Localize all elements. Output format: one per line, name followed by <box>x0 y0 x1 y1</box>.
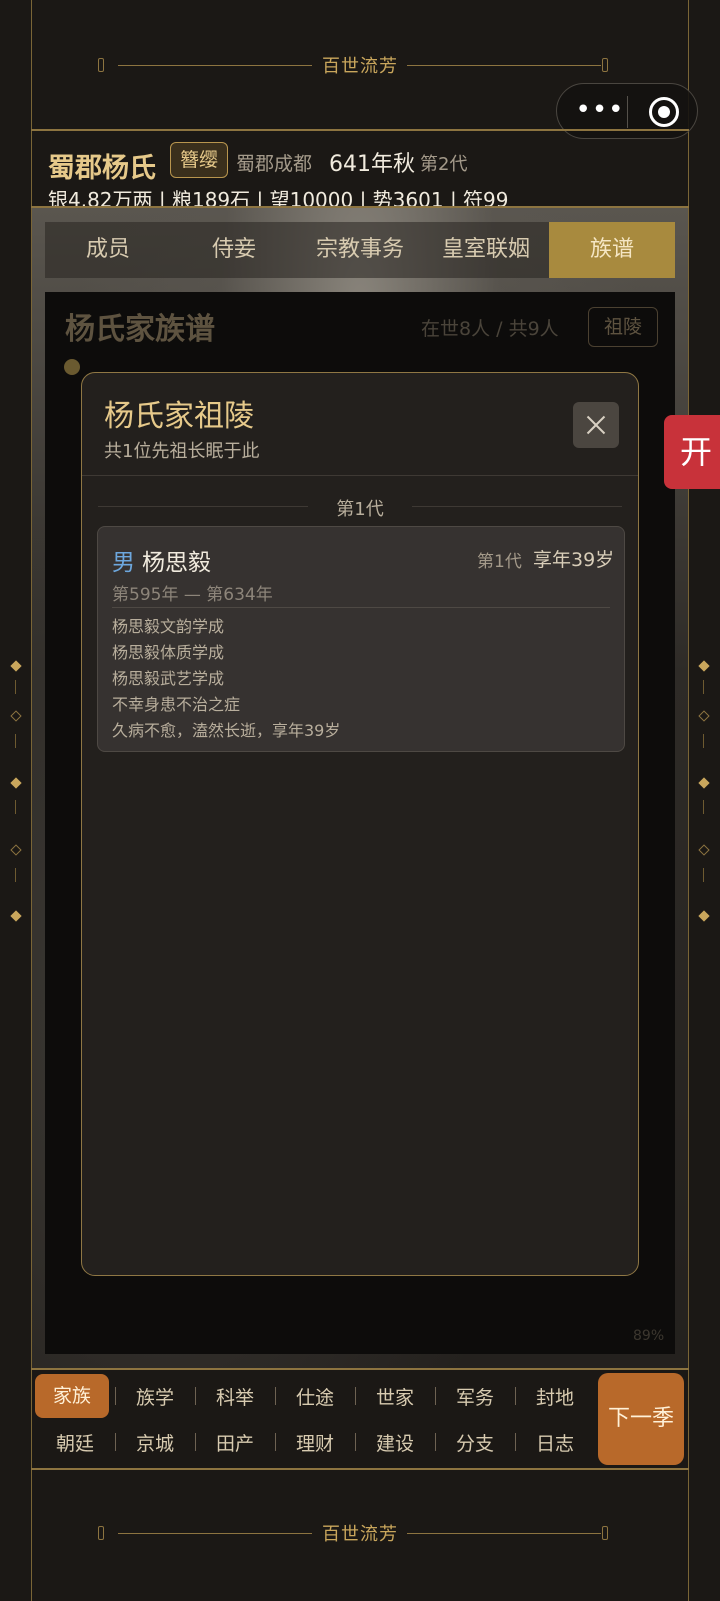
ornament-diamond <box>698 660 710 672</box>
nav-row-1: 家族 族学 科举 仕途 世家 军务 封地 <box>35 1373 595 1419</box>
ornament-diamond <box>10 910 22 922</box>
member-count: 在世8人 / 共9人 <box>421 318 559 340</box>
ornament-diamond-hollow <box>698 710 710 722</box>
next-season-button[interactable]: 下一季 <box>598 1373 684 1465</box>
ornament-diamond-hollow <box>10 710 22 722</box>
ancestor-events: 杨思毅文韵学成 杨思毅体质学成 杨思毅武艺学成 不幸身患不治之症 久病不愈，溘然… <box>112 614 340 744</box>
side-ornament-right <box>697 650 711 950</box>
ornament-dash <box>15 680 16 694</box>
separator-line-right <box>412 506 622 507</box>
top-banner: 百世流芳 <box>0 46 720 86</box>
current-year: 641年秋 <box>329 152 415 177</box>
generation-header: 第1代 <box>336 499 384 520</box>
family-location: 蜀郡成都 <box>236 153 313 175</box>
ornament-diamond-hollow <box>698 844 710 856</box>
banner-cap-right <box>602 58 608 72</box>
generation-separator: 第1代 <box>98 493 622 521</box>
tab-royal-marriage[interactable]: 皇室联姻 <box>423 222 549 278</box>
ornament-diamond <box>698 910 710 922</box>
family-tabs: 成员 侍妾 宗教事务 皇室联姻 族谱 <box>45 222 675 278</box>
nav-branches[interactable]: 分支 <box>435 1429 515 1456</box>
tab-concubines[interactable]: 侍妾 <box>171 222 297 278</box>
zoom-level: 89% <box>633 1328 665 1344</box>
ornament-dash <box>703 800 704 814</box>
nav-aristocrats[interactable]: 世家 <box>355 1383 435 1410</box>
event-item: 久病不愈，溘然长逝，享年39岁 <box>112 721 341 740</box>
ancestral-tomb-button[interactable]: 祖陵 <box>588 307 658 347</box>
ancestral-tomb-modal: 杨氏家祖陵 共1位先祖长眠于此 第1代 男 杨思毅 第1代 享年39岁 第595… <box>81 372 639 1276</box>
nav-career[interactable]: 仕途 <box>275 1383 355 1410</box>
nav-exam[interactable]: 科举 <box>195 1383 275 1410</box>
nav-court[interactable]: 朝廷 <box>35 1429 115 1456</box>
gender-label: 男 <box>112 550 135 576</box>
family-name: 蜀郡杨氏 <box>48 153 156 184</box>
ornament-dash <box>703 680 704 694</box>
ancestor-age: 享年39岁 <box>533 549 615 571</box>
nav-construction[interactable]: 建设 <box>355 1429 435 1456</box>
ornament-dash <box>703 734 704 748</box>
nav-clan-school[interactable]: 族学 <box>115 1383 195 1410</box>
modal-divider <box>82 475 638 476</box>
tab-members[interactable]: 成员 <box>45 222 171 278</box>
nav-row-2: 朝廷 京城 田产 理财 建设 分支 日志 <box>35 1419 595 1465</box>
panel-title: 杨氏家族谱 <box>65 312 215 347</box>
event-item: 不幸身患不治之症 <box>112 695 241 714</box>
more-dots-icon[interactable]: ••• <box>575 97 625 126</box>
close-icon[interactable] <box>573 402 619 448</box>
nav-bottom-rule <box>31 1468 689 1470</box>
header-top-rule <box>31 129 689 131</box>
capsule-divider <box>627 96 628 128</box>
ornament-dash <box>15 734 16 748</box>
nav-family[interactable]: 家族 <box>35 1374 109 1418</box>
ornament-dash <box>15 800 16 814</box>
ancestor-card[interactable]: 男 杨思毅 第1代 享年39岁 第595年 — 第634年 杨思毅文韵学成 杨思… <box>97 526 625 752</box>
target-icon[interactable] <box>649 97 679 127</box>
ancestor-name: 杨思毅 <box>142 550 211 576</box>
ancestor-lifespan: 第595年 — 第634年 <box>112 585 273 605</box>
banner-title: 百世流芳 <box>322 56 398 77</box>
card-divider <box>112 607 610 608</box>
banner-rule-right <box>407 65 601 66</box>
ornament-dash <box>15 868 16 882</box>
legend-dot <box>64 359 80 375</box>
tab-genealogy[interactable]: 族谱 <box>549 222 675 278</box>
nav-finance[interactable]: 理财 <box>275 1429 355 1456</box>
ornament-diamond <box>698 777 710 789</box>
event-item: 杨思毅武艺学成 <box>112 669 225 688</box>
event-item: 杨思毅文韵学成 <box>112 617 225 636</box>
nav-capital[interactable]: 京城 <box>115 1429 195 1456</box>
ornament-dash <box>703 868 704 882</box>
ornament-diamond-hollow <box>10 844 22 856</box>
event-item: 杨思毅体质学成 <box>112 643 225 662</box>
current-generation: 第2代 <box>420 154 468 175</box>
ornament-diamond <box>10 660 22 672</box>
frame-border-right <box>688 0 689 1601</box>
nav-military[interactable]: 军务 <box>435 1383 515 1410</box>
banner-rule-right <box>407 1533 601 1534</box>
side-open-tag[interactable]: 开 <box>664 415 720 489</box>
banner-cap-right <box>602 1526 608 1540</box>
nav-log[interactable]: 日志 <box>515 1429 595 1456</box>
bottom-nav: 家族 族学 科举 仕途 世家 军务 封地 朝廷 京城 田产 理财 建设 分支 日… <box>31 1369 689 1469</box>
tab-religion[interactable]: 宗教事务 <box>297 222 423 278</box>
nav-fief[interactable]: 封地 <box>515 1383 595 1410</box>
ornament-diamond <box>10 777 22 789</box>
banner-title: 百世流芳 <box>322 1524 398 1545</box>
ancestor-generation: 第1代 <box>477 552 522 572</box>
modal-subtitle: 共1位先祖长眠于此 <box>104 441 260 462</box>
modal-title: 杨氏家祖陵 <box>104 399 254 434</box>
nav-estate[interactable]: 田产 <box>195 1429 275 1456</box>
side-ornament-left <box>9 650 23 950</box>
bottom-banner: 百世流芳 <box>0 1514 720 1554</box>
rank-badge: 簪缨 <box>170 142 228 178</box>
